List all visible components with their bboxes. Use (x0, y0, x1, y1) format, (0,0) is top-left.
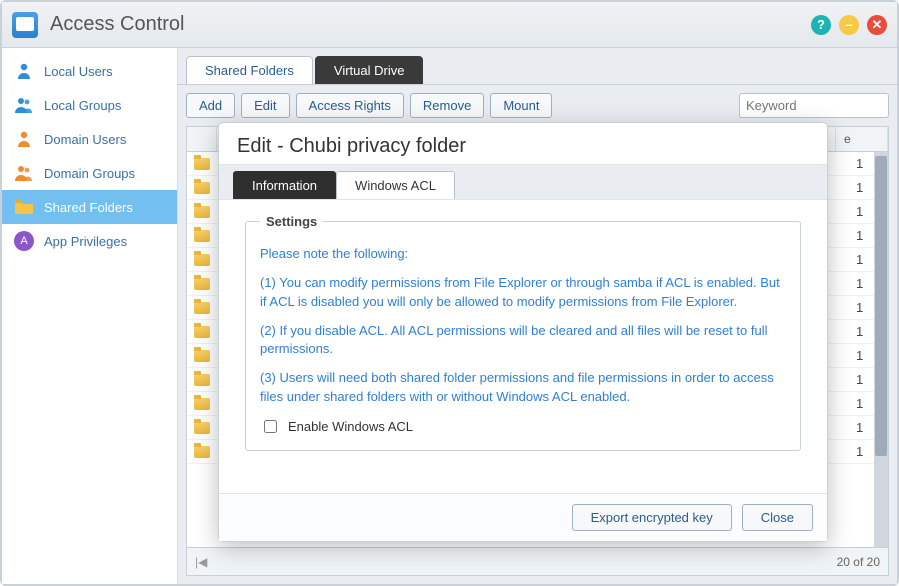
folder-icon (187, 230, 217, 242)
note-1: (1) You can modify permissions from File… (260, 274, 786, 312)
note-intro: Please note the following: (260, 245, 786, 264)
sidebar-item-label: App Privileges (44, 234, 127, 249)
dialog-title: Edit - Chubi privacy folder (219, 123, 827, 164)
folder-icon (14, 197, 34, 217)
sidebar-item-local-users[interactable]: Local Users (2, 54, 177, 88)
dialog-footer: Export encrypted key Close (219, 493, 827, 541)
dialog-body: Settings Please note the following: (1) … (219, 200, 827, 493)
folder-icon (187, 374, 217, 386)
folder-icon (187, 206, 217, 218)
sidebar-item-label: Shared Folders (44, 200, 133, 215)
titlebar: Access Control ? – ✕ (2, 2, 897, 48)
tab-shared-folders[interactable]: Shared Folders (186, 56, 313, 84)
enable-acl-label: Enable Windows ACL (288, 419, 413, 434)
scroll-thumb[interactable] (875, 156, 887, 456)
folder-icon (187, 302, 217, 314)
app-title: Access Control (50, 13, 185, 36)
enable-acl-checkbox-row[interactable]: Enable Windows ACL (260, 417, 786, 436)
user-icon (14, 129, 34, 149)
sidebar-item-label: Local Users (44, 64, 113, 79)
tab-windows-acl[interactable]: Windows ACL (336, 171, 455, 199)
tab-virtual-drive[interactable]: Virtual Drive (315, 56, 424, 84)
remove-button[interactable]: Remove (410, 93, 484, 118)
app-icon (12, 12, 38, 38)
edit-button[interactable]: Edit (241, 93, 289, 118)
grid-header-right[interactable]: e (836, 127, 888, 151)
vertical-scrollbar[interactable] (874, 152, 888, 547)
settings-fieldset: Settings Please note the following: (1) … (245, 214, 801, 451)
pager: |◀ 20 of 20 (187, 547, 888, 575)
sidebar: Local Users Local Groups Domain Users Do… (2, 48, 178, 584)
export-key-button[interactable]: Export encrypted key (572, 504, 732, 531)
close-window-button[interactable]: ✕ (867, 15, 887, 35)
sidebar-item-label: Local Groups (44, 98, 121, 113)
search-input[interactable] (739, 93, 889, 118)
folder-icon (187, 158, 217, 170)
sidebar-item-domain-users[interactable]: Domain Users (2, 122, 177, 156)
close-dialog-button[interactable]: Close (742, 504, 813, 531)
users-icon (14, 163, 34, 183)
sidebar-item-label: Domain Groups (44, 166, 135, 181)
pager-status: 20 of 20 (837, 555, 880, 569)
access-rights-button[interactable]: Access Rights (296, 93, 404, 118)
edit-folder-dialog: Edit - Chubi privacy folder Information … (218, 122, 828, 542)
main-tabs: Shared Folders Virtual Drive (178, 48, 897, 84)
users-icon (14, 95, 34, 115)
help-button[interactable]: ? (811, 15, 831, 35)
folder-icon (187, 422, 217, 434)
folder-icon (187, 182, 217, 194)
sidebar-item-domain-groups[interactable]: Domain Groups (2, 156, 177, 190)
tab-information[interactable]: Information (233, 171, 336, 199)
sidebar-item-shared-folders[interactable]: Shared Folders (2, 190, 177, 224)
folder-icon (187, 254, 217, 266)
app-privilege-icon: A (14, 231, 34, 251)
sidebar-item-label: Domain Users (44, 132, 126, 147)
sidebar-item-local-groups[interactable]: Local Groups (2, 88, 177, 122)
minimize-button[interactable]: – (839, 15, 859, 35)
settings-legend: Settings (260, 214, 323, 229)
pager-first-icon[interactable]: |◀ (195, 555, 207, 569)
folder-icon (187, 278, 217, 290)
folder-icon (187, 350, 217, 362)
note-3: (3) Users will need both shared folder p… (260, 369, 786, 407)
mount-button[interactable]: Mount (490, 93, 552, 118)
dialog-tabs: Information Windows ACL (219, 164, 827, 200)
enable-acl-checkbox[interactable] (264, 420, 277, 433)
toolbar: Add Edit Access Rights Remove Mount (178, 84, 897, 126)
folder-icon (187, 446, 217, 458)
app-window: Access Control ? – ✕ Local Users Local G… (0, 0, 899, 586)
sidebar-item-app-privileges[interactable]: A App Privileges (2, 224, 177, 258)
note-2: (2) If you disable ACL. All ACL permissi… (260, 322, 786, 360)
folder-icon (187, 398, 217, 410)
add-button[interactable]: Add (186, 93, 235, 118)
user-icon (14, 61, 34, 81)
folder-icon (187, 326, 217, 338)
